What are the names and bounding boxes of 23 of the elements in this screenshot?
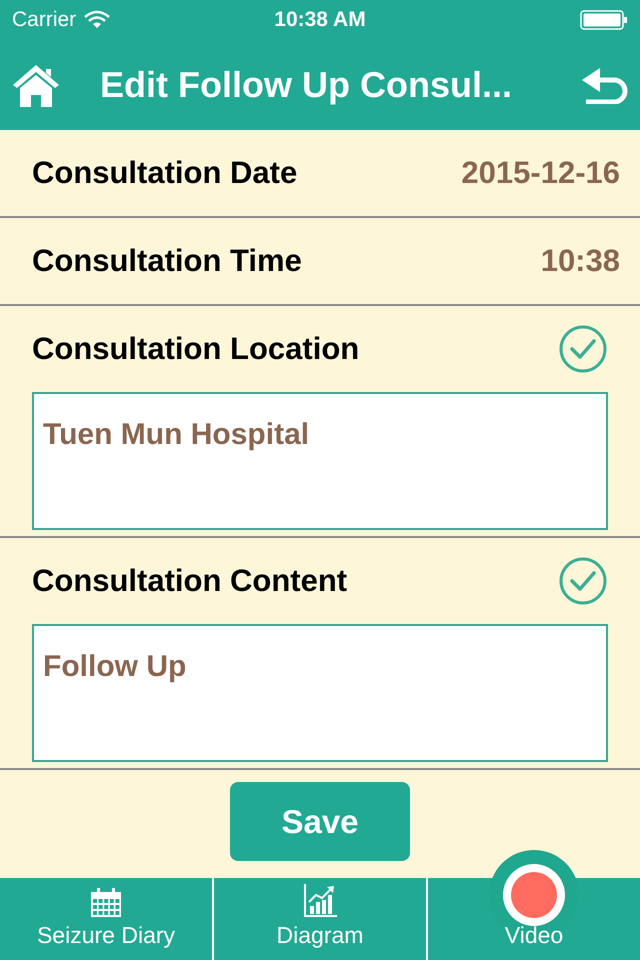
text-area[interactable]: Follow Up: [32, 624, 608, 762]
field-value[interactable]: 10:38: [540, 238, 620, 284]
text-area[interactable]: Tuen Mun Hospital: [32, 392, 608, 530]
field-label: Consultation Location: [32, 330, 360, 368]
home-icon[interactable]: [12, 63, 60, 107]
tab-label[interactable]: Video: [504, 918, 564, 952]
page-title: Edit Follow Up Consul...: [100, 63, 512, 107]
battery-icon: [580, 10, 628, 30]
status-time: 10:38 AM: [274, 7, 366, 34]
bar-chart-icon: [303, 884, 337, 918]
carrier-label: Carrier: [12, 7, 76, 34]
tab-label[interactable]: Seizure Diary: [36, 918, 176, 952]
check-circle-icon: [558, 556, 608, 606]
wifi-icon: [84, 10, 110, 30]
field-label: Consultation Time: [32, 242, 302, 280]
back-arrow-icon[interactable]: [580, 66, 628, 104]
calendar-icon: [90, 888, 122, 918]
check-circle-icon: [558, 324, 608, 374]
field-label: Consultation Date: [32, 154, 298, 192]
field-label: Consultation Content: [32, 562, 348, 600]
tab-label[interactable]: Diagram: [276, 918, 364, 952]
field-value[interactable]: 2015-12-16: [461, 150, 620, 196]
save-button[interactable]: Save: [230, 782, 410, 861]
